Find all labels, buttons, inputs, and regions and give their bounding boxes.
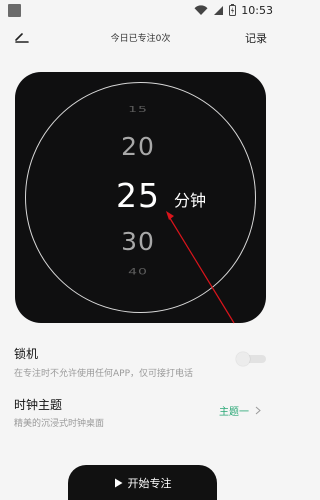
start-focus-button[interactable]: 开始专注 [68, 465, 217, 500]
notification-icon [8, 3, 21, 17]
wifi-icon [194, 4, 208, 15]
theme-value: 主题一 [219, 407, 249, 418]
lock-title: 锁机 [14, 347, 39, 361]
theme-title: 时钟主题 [14, 398, 63, 412]
theme-selector[interactable]: 主题一 [219, 403, 261, 418]
picker-value-15[interactable]: 15 [111, 106, 165, 115]
toggle-thumb [236, 352, 250, 366]
picker-value-40[interactable]: 40 [111, 267, 165, 277]
play-icon [114, 478, 122, 487]
lock-description: 在专注时不允许使用任何APP，仅可接打电话 [14, 369, 194, 379]
status-icons: 10:53 [194, 4, 273, 17]
theme-description: 精美的沉浸式时钟桌面 [14, 419, 105, 429]
picker-selected-value[interactable]: 25 [111, 176, 165, 215]
status-bar: 10:53 [0, 0, 281, 20]
start-focus-label: 开始专注 [127, 476, 172, 490]
clock-card: 15 20 25 分钟 30 40 [15, 72, 266, 323]
page-title: 今日已专注0次 [110, 34, 171, 44]
cellular-icon [214, 5, 224, 15]
record-button[interactable]: 记录 [245, 30, 267, 46]
battery-icon [229, 4, 237, 16]
header: 今日已专注0次 记录 [0, 24, 281, 52]
lock-toggle[interactable] [236, 352, 266, 366]
picker-value-30[interactable]: 30 [111, 227, 165, 256]
chevron-right-icon [255, 406, 261, 415]
duration-unit: 分钟 [174, 191, 207, 210]
status-time: 10:53 [241, 3, 273, 17]
picker-value-20[interactable]: 20 [111, 132, 165, 161]
